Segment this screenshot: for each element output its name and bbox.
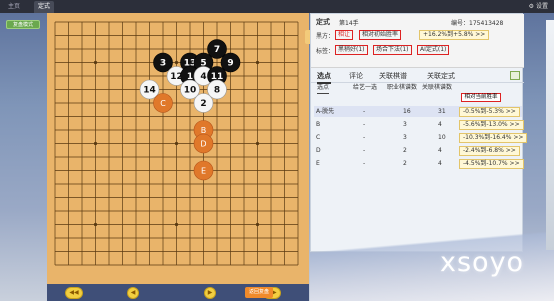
joseki-id: 编号：175413428 [451, 20, 504, 27]
star-point [174, 222, 179, 227]
star-point [93, 141, 98, 146]
point-cell: C [316, 134, 321, 141]
star-point [93, 60, 98, 65]
star-point [255, 60, 260, 65]
initial-rate-label: 相对初始胜率 [359, 30, 402, 40]
rate-pill[interactable]: -10.3%到-16.4% >> [459, 133, 528, 143]
return-review-button[interactable]: 返回复盘 [245, 287, 273, 298]
first-move-button[interactable]: ◀◀ [65, 287, 83, 299]
tag-item[interactable]: 场合下法(1) [373, 45, 412, 55]
table-row[interactable]: A-脱先 - 16 31 -0.5%到-5.3% >> [314, 106, 522, 117]
star-point [174, 141, 179, 146]
stone-number: 2 [200, 99, 206, 109]
star-point [174, 60, 179, 65]
tab-related-games[interactable]: 关联棋谱 [379, 70, 407, 82]
side-value: 相让 [335, 30, 354, 40]
point-cell: B [316, 121, 321, 128]
rate-pill[interactable]: -5.6%到-13.0% >> [459, 120, 524, 130]
main-tabs: 选点 评论 关联棋谱 关联定式 [311, 69, 524, 84]
pro-count-cell: 2 [403, 147, 407, 154]
related-count-cell: 4 [438, 121, 442, 128]
panel-header: 定式 第14手 编号：175413428 黑方： 相让 相对初始胜率 +16.2… [311, 14, 524, 68]
prev-move-button[interactable]: ◀ [127, 287, 139, 299]
ai-cell: - [363, 160, 366, 167]
sub-header: 选点 给艺一选 职业棋谱数 关联棋谱数 [311, 83, 524, 94]
tab-home[interactable]: 主页 [4, 1, 24, 13]
point-cell: A-脱先 [316, 108, 335, 115]
point-cell: E [316, 160, 320, 167]
ai-cell: - [363, 121, 366, 128]
rate-pill[interactable]: -0.5%到-5.3% >> [459, 107, 520, 117]
col-ai[interactable]: 给艺一选 [353, 83, 377, 93]
stone-number: 4 [200, 72, 206, 82]
candidate-label: B [201, 126, 207, 135]
candidate-label: E [201, 167, 206, 176]
tab-related-joseki[interactable]: 关联定式 [427, 70, 455, 82]
tags-label: 标签： [316, 48, 335, 55]
review-mode-button[interactable]: 复盘模式 [6, 20, 40, 29]
col-pro-count[interactable]: 职业棋谱数 [387, 83, 417, 93]
star-point [255, 141, 260, 146]
col-point[interactable]: 选点 [317, 83, 330, 94]
table-row[interactable]: C - 3 10 -10.3%到-16.4% >> [314, 132, 528, 143]
stone-number: 7 [214, 45, 220, 55]
ai-cell: - [363, 134, 366, 141]
gear-icon: ⚙ [528, 3, 535, 10]
table-row[interactable]: E - 2 4 -4.5%到-10.7% >> [314, 158, 524, 169]
candidate-label: D [200, 140, 206, 149]
ai-cell: - [363, 147, 366, 154]
star-point [93, 222, 98, 227]
tag-item[interactable]: 黑稍好(1) [335, 45, 368, 55]
table-row[interactable]: B - 3 4 -5.6%到-13.0% >> [314, 119, 524, 130]
candidate-label: C [160, 99, 166, 108]
move-number: 第14手 [339, 20, 359, 27]
stone: 2 [193, 93, 214, 113]
stone-number: 8 [214, 86, 220, 96]
stone-number: 9 [227, 59, 233, 69]
side-label: 黑方： [316, 33, 335, 40]
related-count-cell: 31 [438, 108, 446, 115]
panel-title: 定式 [316, 18, 330, 26]
settings-button[interactable]: ⚙ 设置 [529, 1, 548, 13]
rate-pill[interactable]: -4.5%到-10.7% >> [459, 159, 524, 169]
next-move-button[interactable]: ▶ [204, 287, 216, 299]
scrollbar[interactable] [546, 20, 554, 250]
grid-icon[interactable] [510, 71, 520, 80]
ai-cell: - [363, 108, 366, 115]
candidate-point[interactable]: E [193, 160, 214, 181]
nav-bar: ◀◀ ◀ ▶ ▶▶ 返回复盘 [47, 284, 309, 301]
point-cell: D [316, 147, 321, 154]
tab-joseki[interactable]: 定式 [34, 1, 55, 13]
tab-points[interactable]: 选点 [317, 70, 331, 84]
col-related-count[interactable]: 关联棋谱数 [422, 83, 452, 93]
rate-pill[interactable]: -2.4%到-6.8% >> [459, 146, 520, 156]
star-point [255, 222, 260, 227]
candidate-point[interactable]: C [153, 93, 173, 113]
pro-count-cell: 3 [403, 121, 407, 128]
table-row[interactable]: D - 2 4 -2.4%到-6.8% >> [314, 145, 522, 156]
pro-count-cell: 3 [403, 134, 407, 141]
tag-item[interactable]: AI定式(1) [417, 45, 450, 55]
initial-rate-pill[interactable]: +16.2%到+5.8% >> [419, 30, 490, 40]
brand-watermark: xsoyo [440, 247, 525, 278]
stone-number: 14 [143, 86, 156, 96]
go-board[interactable]: 73 13 5 912 1 4 1114 10 82CBDE [47, 13, 309, 284]
stone-number: 10 [184, 86, 197, 96]
pro-count-cell: 2 [403, 160, 407, 167]
stone-number: 3 [160, 59, 166, 69]
candidate-point[interactable]: D [193, 133, 214, 154]
related-count-cell: 4 [438, 147, 442, 154]
related-count-cell: 10 [438, 134, 446, 141]
related-count-cell: 4 [438, 160, 442, 167]
title-bar: 主页 定式 ⚙ 设置 [0, 0, 554, 13]
tab-comments[interactable]: 评论 [349, 70, 363, 82]
pro-count-cell: 16 [403, 108, 411, 115]
current-rate-header: 相对当前胜率 [461, 93, 501, 102]
left-panel [0, 13, 47, 301]
